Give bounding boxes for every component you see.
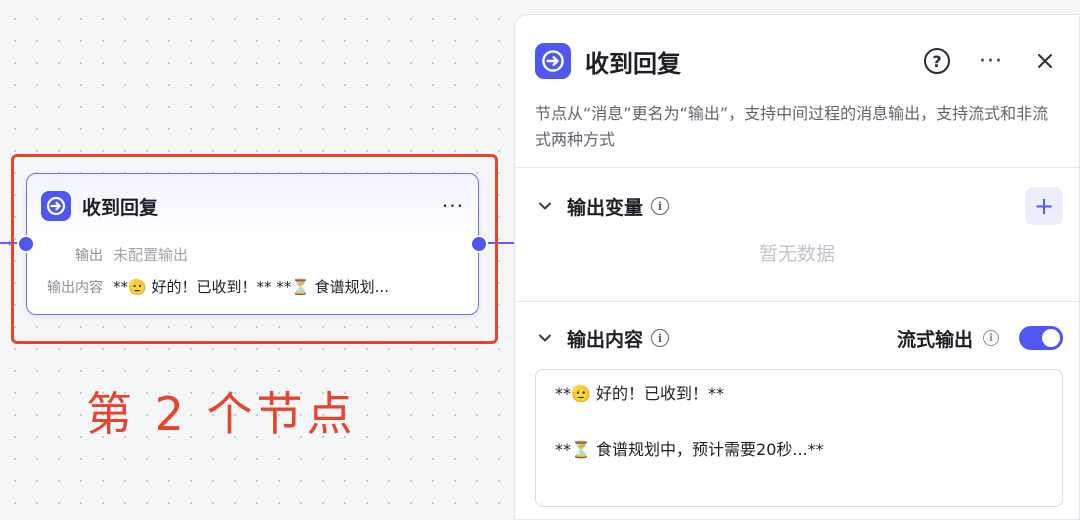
node-output-port[interactable] — [470, 235, 488, 253]
info-icon[interactable]: i — [651, 329, 670, 347]
info-icon[interactable]: i — [983, 330, 999, 346]
reply-node-card[interactable]: 收到回复 ··· 输出 未配置输出 输出内容 **🫡 好的！已收到！** **⏳… — [26, 173, 479, 315]
chevron-down-icon[interactable] — [535, 196, 555, 216]
node-output-value: 未配置输出 — [113, 246, 189, 264]
workflow-canvas[interactable]: → 收到回复 ··· 输出 未配置输出 输出内容 **🫡 好的！已收到！** *… — [0, 0, 514, 520]
node-config-panel: 收到回复 ? ··· 节点从“消息”更名为“输出”，支持中间过程的消息输出，支持… — [514, 14, 1080, 520]
divider — [515, 167, 1079, 168]
toggle-knob — [1042, 329, 1060, 347]
more-icon: ··· — [979, 48, 1003, 74]
node-content-row: 输出内容 **🫡 好的！已收到！** **⏳ 食谱规划... — [27, 276, 389, 297]
close-icon — [1038, 54, 1052, 68]
panel-title: 收到回复 — [585, 49, 681, 78]
node-output-label: 输出 — [75, 247, 103, 264]
help-icon: ? — [924, 48, 950, 74]
annotation-label: 第 2 个节点 — [86, 387, 357, 441]
node-output-row: 输出 未配置输出 — [27, 244, 188, 265]
output-content-title: 输出内容 — [567, 328, 644, 351]
node-title: 收到回复 — [82, 196, 159, 219]
node-input-port[interactable] — [17, 235, 35, 253]
help-button[interactable]: ? — [919, 43, 955, 79]
node-header: 收到回复 ··· — [41, 190, 464, 222]
stream-output-label: 流式输出 — [896, 328, 973, 351]
info-icon[interactable]: i — [651, 197, 670, 215]
chevron-down-icon[interactable] — [535, 328, 555, 348]
node-content-label: 输出内容 — [47, 279, 103, 296]
output-content-textarea[interactable]: **🫡 好的！已收到！** **⏳ 食谱规划中，预计需要20秒...** — [535, 369, 1063, 507]
empty-state-text: 暂无数据 — [758, 243, 835, 265]
node-content-value: **🫡 好的！已收到！** **⏳ 食谱规划... — [113, 278, 389, 296]
more-options-button[interactable]: ··· — [973, 43, 1009, 79]
stream-output-toggle[interactable] — [1019, 326, 1063, 350]
add-variable-button[interactable]: + — [1025, 187, 1063, 225]
output-content-header[interactable]: 输出内容 i 流式输出 i — [535, 319, 1063, 357]
output-vars-title: 输出变量 — [567, 196, 644, 219]
divider — [515, 301, 1079, 302]
node-more-icon[interactable]: ··· — [442, 194, 464, 218]
panel-header: 收到回复 ? ··· — [535, 43, 1063, 79]
reply-arrow-icon — [41, 191, 71, 221]
close-button[interactable] — [1027, 43, 1063, 79]
panel-description: 节点从“消息”更名为“输出”，支持中间过程的消息输出，支持流式和非流式两种方式 — [535, 104, 1049, 149]
reply-arrow-icon — [535, 43, 571, 79]
output-vars-header[interactable]: 输出变量 i + — [535, 187, 1063, 225]
